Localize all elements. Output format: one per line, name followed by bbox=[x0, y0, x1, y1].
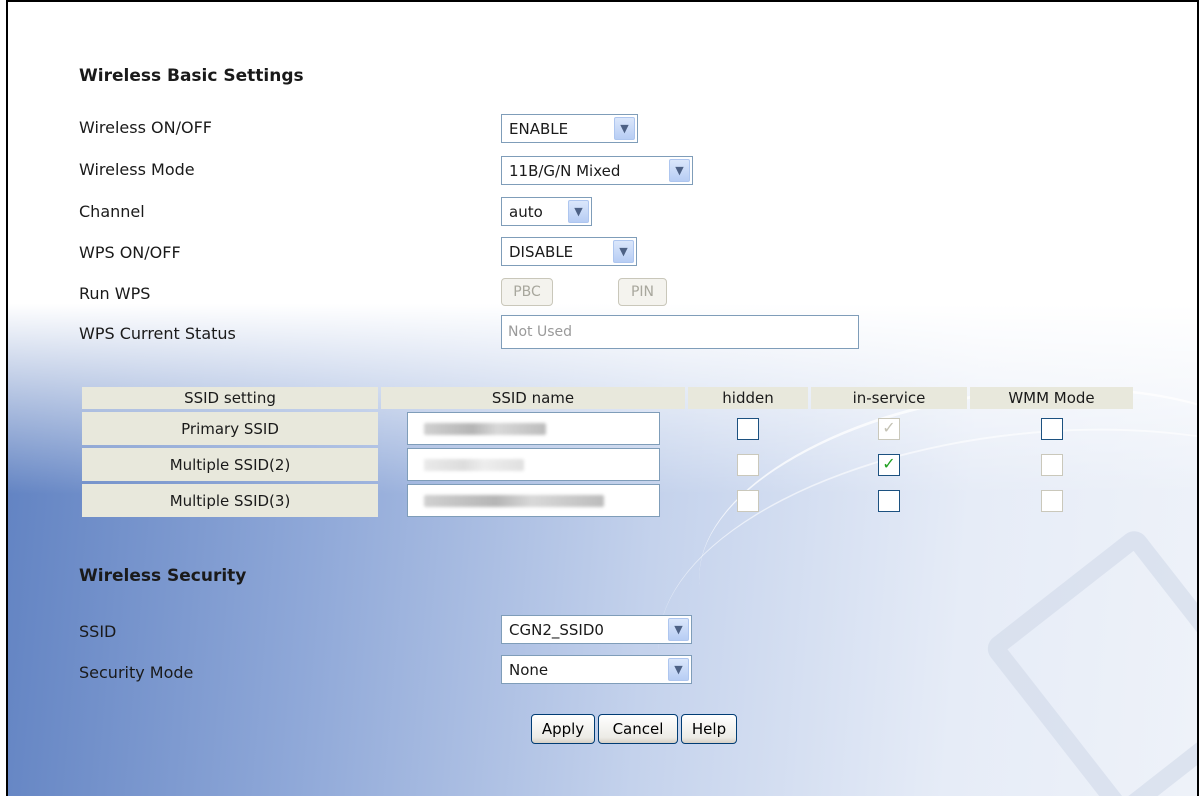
ssid-name-input[interactable] bbox=[406, 448, 660, 481]
ssid-label: SSID bbox=[79, 622, 117, 641]
wmm-mode-checkbox[interactable] bbox=[1040, 417, 1063, 440]
chevron-down-icon: ▼ bbox=[613, 240, 634, 263]
in-service-checkbox[interactable] bbox=[878, 489, 900, 512]
check-icon: ✓ bbox=[882, 417, 896, 437]
run-wps-label: Run WPS bbox=[79, 284, 151, 303]
apply-button[interactable]: Apply bbox=[531, 714, 595, 744]
wps-status-field: Not Used bbox=[501, 315, 859, 349]
wmm-mode-checkbox[interactable] bbox=[1040, 453, 1063, 476]
wireless-mode-value: 11B/G/N Mixed bbox=[509, 161, 621, 180]
chevron-down-icon: ▼ bbox=[668, 618, 689, 641]
in-service-checkbox[interactable]: ✓ bbox=[878, 453, 900, 476]
ssid-setting-cell: Multiple SSID(2) bbox=[82, 448, 378, 481]
wireless-onoff-label: Wireless ON/OFF bbox=[79, 118, 212, 137]
cancel-button[interactable]: Cancel bbox=[598, 714, 678, 744]
redacted-ssid bbox=[423, 423, 546, 435]
chevron-down-icon: ▼ bbox=[669, 159, 690, 182]
redacted-ssid bbox=[423, 495, 604, 507]
wireless-onoff-select[interactable]: ENABLE ▼ bbox=[501, 114, 638, 143]
wps-onoff-value: DISABLE bbox=[509, 242, 574, 261]
wps-onoff-select[interactable]: DISABLE ▼ bbox=[501, 237, 637, 266]
wireless-onoff-value: ENABLE bbox=[509, 119, 569, 138]
redacted-ssid bbox=[423, 459, 524, 471]
hidden-checkbox[interactable] bbox=[737, 453, 759, 476]
channel-label: Channel bbox=[79, 202, 145, 221]
hidden-checkbox[interactable] bbox=[737, 489, 759, 512]
check-icon: ✓ bbox=[882, 453, 896, 473]
help-button[interactable]: Help bbox=[681, 714, 737, 744]
table-row: Multiple SSID(3) bbox=[82, 484, 1133, 517]
col-ssid-setting: SSID setting bbox=[82, 387, 378, 409]
security-mode-value: None bbox=[509, 660, 549, 679]
channel-value: auto bbox=[509, 202, 543, 221]
col-in-service: in-service bbox=[811, 387, 967, 409]
pin-button[interactable]: PIN bbox=[618, 278, 667, 306]
col-wmm-mode: WMM Mode bbox=[970, 387, 1133, 409]
ssid-setting-cell: Multiple SSID(3) bbox=[82, 484, 378, 517]
security-heading: Wireless Security bbox=[79, 566, 247, 586]
chevron-down-icon: ▼ bbox=[568, 200, 589, 223]
table-row: Multiple SSID(2) ✓ bbox=[82, 448, 1133, 481]
ssid-select[interactable]: CGN2_SSID0 ▼ bbox=[501, 615, 692, 644]
pbc-button[interactable]: PBC bbox=[501, 278, 553, 306]
in-service-checkbox[interactable]: ✓ bbox=[878, 417, 900, 440]
chevron-down-icon: ▼ bbox=[614, 117, 635, 140]
col-ssid-name: SSID name bbox=[381, 387, 685, 409]
ssid-name-input[interactable] bbox=[406, 412, 660, 445]
ssid-name-input[interactable] bbox=[406, 484, 660, 517]
wireless-mode-select[interactable]: 11B/G/N Mixed ▼ bbox=[501, 156, 693, 185]
hidden-checkbox[interactable] bbox=[737, 417, 759, 440]
ssid-value: CGN2_SSID0 bbox=[509, 620, 604, 639]
chevron-down-icon: ▼ bbox=[668, 658, 689, 681]
wmm-mode-checkbox[interactable] bbox=[1040, 489, 1063, 512]
security-mode-label: Security Mode bbox=[79, 663, 194, 682]
security-mode-select[interactable]: None ▼ bbox=[501, 655, 692, 684]
ssid-table-header: SSID setting SSID name hidden in-service… bbox=[82, 387, 1133, 409]
ssid-setting-cell: Primary SSID bbox=[82, 412, 378, 445]
basic-settings-heading: Wireless Basic Settings bbox=[79, 66, 304, 86]
channel-select[interactable]: auto ▼ bbox=[501, 197, 592, 226]
wps-onoff-label: WPS ON/OFF bbox=[79, 243, 181, 262]
ssid-table: SSID setting SSID name hidden in-service… bbox=[79, 384, 1136, 520]
col-hidden: hidden bbox=[688, 387, 808, 409]
wps-status-label: WPS Current Status bbox=[79, 324, 236, 343]
table-row: Primary SSID ✓ bbox=[82, 412, 1133, 445]
wireless-mode-label: Wireless Mode bbox=[79, 160, 195, 179]
